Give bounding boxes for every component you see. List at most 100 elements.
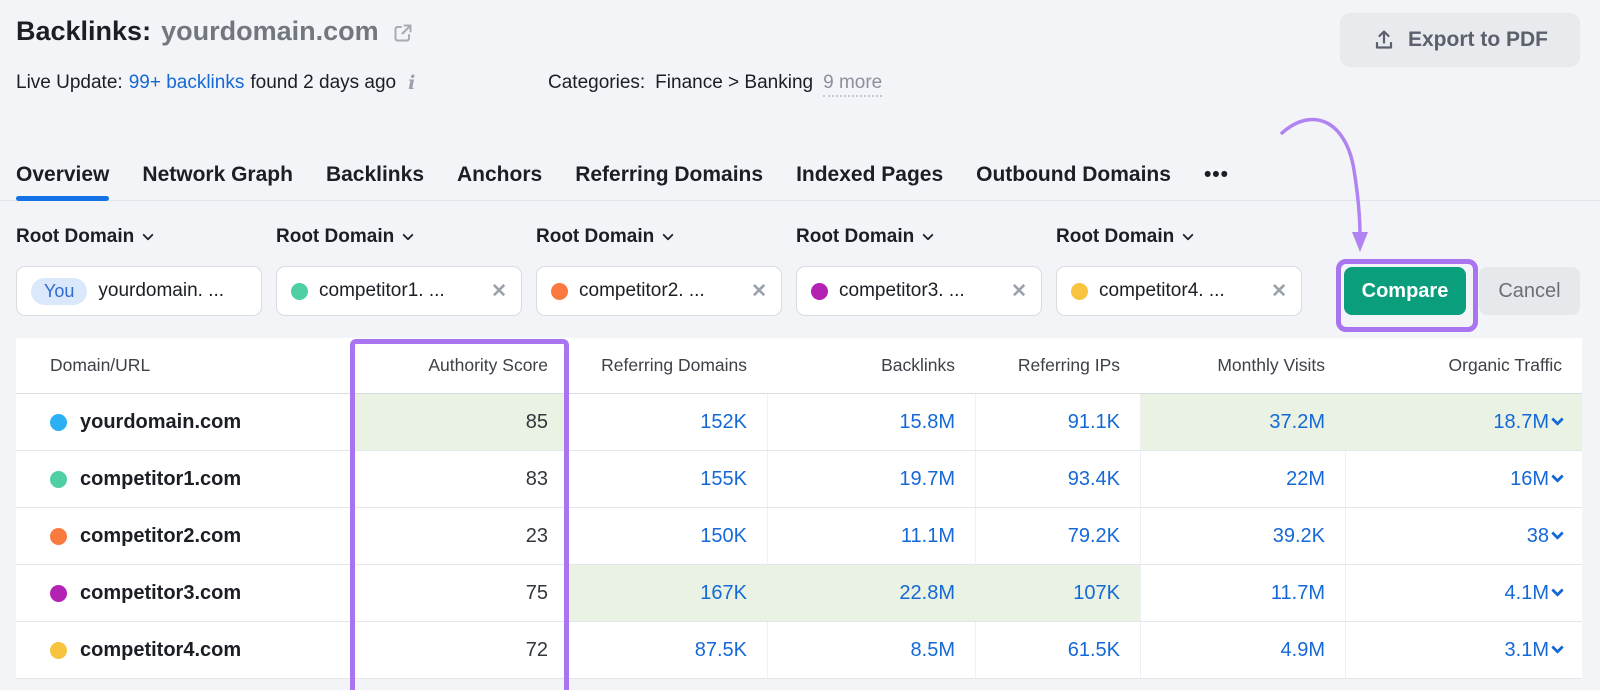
chevron-down-icon[interactable] — [1551, 413, 1564, 426]
external-link-icon[interactable] — [391, 21, 415, 45]
cell-backlinks[interactable]: 11.1M — [767, 508, 975, 564]
tab-backlinks[interactable]: Backlinks — [326, 150, 424, 200]
chevron-down-icon[interactable] — [1551, 584, 1564, 597]
cancel-button[interactable]: Cancel — [1479, 267, 1580, 315]
cell-value[interactable]: 19.7M — [899, 468, 955, 491]
cell-value[interactable]: 3.1M — [1505, 639, 1549, 662]
export-pdf-button[interactable]: Export to PDF — [1340, 13, 1580, 67]
cell-value[interactable]: 39.2K — [1273, 525, 1325, 548]
cell-value: 83 — [525, 467, 548, 490]
cell-organic-traffic[interactable]: 4.1M — [1345, 565, 1582, 621]
cell-value[interactable]: 87.5K — [695, 639, 747, 662]
cell-value[interactable]: 22M — [1286, 468, 1325, 491]
close-icon[interactable]: ✕ — [751, 280, 767, 303]
domain-chip-5[interactable]: competitor4. ... ✕ — [1056, 266, 1302, 316]
cell-referring-domains[interactable]: 152K — [568, 394, 767, 450]
root-domain-dropdown[interactable]: Root Domain — [536, 224, 782, 250]
tab-indexed-pages[interactable]: Indexed Pages — [796, 150, 943, 200]
chip-domain-text: competitor1. ... — [319, 280, 445, 301]
tab-overview[interactable]: Overview — [16, 150, 110, 201]
cell-referring-ips[interactable]: 107K — [975, 565, 1140, 621]
cell-monthly-visits[interactable]: 4.9M — [1140, 622, 1345, 678]
close-icon[interactable]: ✕ — [1271, 280, 1287, 303]
cell-value[interactable]: 38 — [1527, 525, 1549, 548]
table-body: yourdomain.com 85 152K 15.8M 91.1K 37.2M 18.7M… — [16, 394, 1582, 679]
info-icon[interactable]: i — [408, 72, 415, 94]
domain-chip-2[interactable]: competitor1. ... ✕ — [276, 266, 522, 316]
live-update-suffix: found 2 days ago — [250, 72, 397, 93]
cell-value[interactable]: 152K — [700, 411, 747, 434]
compare-button[interactable]: Compare — [1344, 267, 1466, 315]
table-row-competitor1-com: competitor1.com 83 155K 19.7M 93.4K 22M 16M — [16, 451, 1582, 508]
chevron-down-icon[interactable] — [1551, 470, 1564, 483]
root-domain-label: Root Domain — [276, 226, 395, 247]
cell-referring-ips[interactable]: 91.1K — [975, 394, 1140, 450]
cell-monthly-visits[interactable]: 22M — [1140, 451, 1345, 507]
tab-referring-domains[interactable]: Referring Domains — [575, 150, 763, 200]
cell-backlinks[interactable]: 8.5M — [767, 622, 975, 678]
cell-referring-ips[interactable]: 93.4K — [975, 451, 1140, 507]
cell-value[interactable]: 11.7M — [1271, 582, 1325, 605]
cell-value[interactable]: 79.2K — [1068, 525, 1120, 548]
cell-value[interactable]: 4.9M — [1281, 639, 1325, 662]
cell-referring-ips[interactable]: 61.5K — [975, 622, 1140, 678]
tab-outbound-domains[interactable]: Outbound Domains — [976, 150, 1171, 200]
cell-value[interactable]: 4.1M — [1505, 582, 1549, 605]
cell-referring-domains[interactable]: 167K — [568, 565, 767, 621]
chevron-down-icon[interactable] — [1551, 527, 1564, 540]
cell-value[interactable]: 11.1M — [901, 525, 955, 548]
domain-filters: Root Domain You yourdomain. ... Root Domain… — [16, 224, 1302, 316]
cell-referring-domains[interactable]: 150K — [568, 508, 767, 564]
chevron-down-icon — [402, 229, 414, 241]
cell-value[interactable]: 15.8M — [899, 411, 955, 434]
root-domain-label: Root Domain — [796, 226, 915, 247]
backlinks-count-link[interactable]: 99+ backlinks — [129, 72, 245, 94]
domain-chip-4[interactable]: competitor3. ... ✕ — [796, 266, 1042, 316]
root-domain-dropdown[interactable]: Root Domain — [276, 224, 522, 250]
close-icon[interactable]: ✕ — [1011, 280, 1027, 303]
categories-more-link[interactable]: 9 more — [823, 72, 883, 97]
cell-value[interactable]: 8.5M — [911, 639, 955, 662]
column-header-domain-url: Domain/URL — [50, 355, 151, 375]
tab-anchors[interactable]: Anchors — [457, 150, 542, 200]
domain-chip-3[interactable]: competitor2. ... ✕ — [536, 266, 782, 316]
column-header-referring-ips: Referring IPs — [1017, 355, 1120, 375]
cell-value[interactable]: 150K — [700, 525, 747, 548]
tab-network-graph[interactable]: Network Graph — [142, 150, 293, 200]
chip-domain-text: competitor3. ... — [839, 280, 965, 301]
cell-referring-ips[interactable]: 79.2K — [975, 508, 1140, 564]
root-domain-label: Root Domain — [1056, 226, 1175, 247]
chevron-down-icon[interactable] — [1551, 641, 1564, 654]
cell-value[interactable]: 37.2M — [1269, 411, 1325, 434]
close-icon[interactable]: ✕ — [491, 280, 507, 303]
root-domain-dropdown[interactable]: Root Domain — [1056, 224, 1302, 250]
column-header-organic-traffic: Organic Traffic — [1448, 355, 1562, 375]
cell-backlinks[interactable]: 15.8M — [767, 394, 975, 450]
root-domain-label: Root Domain — [16, 226, 135, 247]
filter-group-5: Root Domain competitor4. ... ✕ — [1056, 224, 1302, 316]
cell-value[interactable]: 18.7M — [1493, 411, 1549, 434]
domain-chip-1[interactable]: You yourdomain. ... — [16, 266, 262, 316]
cell-backlinks[interactable]: 19.7M — [767, 451, 975, 507]
cell-value[interactable]: 61.5K — [1068, 639, 1120, 662]
cell-organic-traffic[interactable]: 3.1M — [1345, 622, 1582, 678]
root-domain-dropdown[interactable]: Root Domain — [16, 224, 262, 250]
cell-organic-traffic[interactable]: 18.7M — [1345, 394, 1582, 450]
cell-monthly-visits[interactable]: 39.2K — [1140, 508, 1345, 564]
cell-referring-domains[interactable]: 155K — [568, 451, 767, 507]
root-domain-dropdown[interactable]: Root Domain — [796, 224, 1042, 250]
cell-value[interactable]: 93.4K — [1068, 468, 1120, 491]
cell-organic-traffic[interactable]: 38 — [1345, 508, 1582, 564]
cell-value[interactable]: 167K — [700, 582, 747, 605]
cell-value[interactable]: 155K — [700, 468, 747, 491]
cell-value[interactable]: 22.8M — [899, 582, 955, 605]
cell-backlinks[interactable]: 22.8M — [767, 565, 975, 621]
cell-referring-domains[interactable]: 87.5K — [568, 622, 767, 678]
cell-value[interactable]: 91.1K — [1068, 411, 1120, 434]
cell-organic-traffic[interactable]: 16M — [1345, 451, 1582, 507]
cell-value[interactable]: 107K — [1073, 582, 1120, 605]
cell-monthly-visits[interactable]: 37.2M — [1140, 394, 1345, 450]
cell-value[interactable]: 16M — [1510, 468, 1549, 491]
cell-monthly-visits[interactable]: 11.7M — [1140, 565, 1345, 621]
tabs-more-icon[interactable]: ••• — [1204, 150, 1229, 200]
